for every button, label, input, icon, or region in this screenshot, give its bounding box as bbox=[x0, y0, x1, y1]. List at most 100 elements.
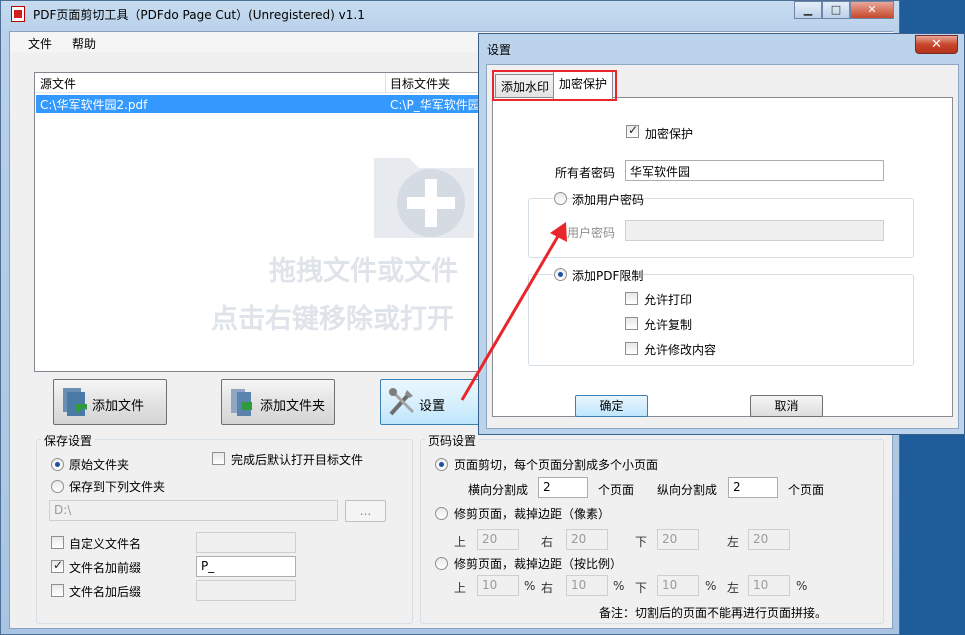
px-top-input[interactable]: 20 bbox=[477, 529, 519, 550]
file-list[interactable]: 源文件 目标文件夹 C:\华军软件园2.pdf C:\P_华军软件园 拖拽文件或… bbox=[34, 72, 484, 372]
browse-button[interactable]: ... bbox=[345, 500, 386, 522]
add-folder-icon bbox=[231, 389, 252, 416]
pct-bottom-input[interactable]: 10 bbox=[657, 575, 699, 596]
custom-name-label: 自定义文件名 bbox=[69, 537, 142, 551]
px-right-input[interactable]: 20 bbox=[566, 529, 608, 550]
folder-add-icon bbox=[374, 158, 474, 238]
trim-ratio-label: 修剪页面，裁掉边距（按比例） bbox=[454, 557, 623, 571]
source-cell: C:\华军软件园2.pdf bbox=[40, 98, 148, 112]
encrypt-checkbox[interactable] bbox=[626, 123, 639, 138]
add-file-icon bbox=[63, 388, 87, 416]
add-folder-label: 添加文件夹 bbox=[260, 399, 326, 414]
h-pages-unit: 个页面 bbox=[598, 483, 635, 497]
ok-button[interactable]: 确定 bbox=[575, 395, 648, 417]
owner-password-label: 所有者密码 bbox=[555, 166, 616, 180]
split-page-radio[interactable] bbox=[435, 458, 448, 471]
px-top-label: 上 bbox=[454, 535, 467, 549]
cancel-button[interactable]: 取消 bbox=[750, 395, 823, 417]
pct-bottom-label: 下 bbox=[635, 581, 648, 595]
save-settings-title: 保存设置 bbox=[41, 432, 96, 449]
save-settings-group: 保存设置 原始文件夹 完成后默认打开目标文件 保存到下列文件夹 D:\ ... … bbox=[36, 432, 413, 624]
pct-top-input[interactable]: 10 bbox=[477, 575, 519, 596]
pct-top-label: 上 bbox=[454, 581, 467, 595]
open-after-checkbox[interactable] bbox=[212, 452, 225, 465]
pct-left-label: 左 bbox=[727, 581, 740, 595]
v-pages-unit: 个页面 bbox=[788, 483, 825, 497]
pct-left-input[interactable]: 10 bbox=[748, 575, 790, 596]
window-title: PDF页面剪切工具（PDFdo Page Cut）(Unregistered) … bbox=[33, 8, 365, 22]
tab-highlight-box bbox=[492, 70, 617, 101]
pdf-restrict-legend: 添加PDF限制 bbox=[553, 267, 643, 283]
px-right-label: 右 bbox=[541, 535, 554, 549]
allow-copy-checkbox[interactable] bbox=[625, 317, 638, 330]
v-split-label: 纵向分割成 bbox=[657, 483, 718, 497]
px-left-label: 左 bbox=[727, 535, 740, 549]
settings-dialog: 设置 ✕ 添加水印 加密保护 加密保护 所有者密码 华军软件园 添加用户密码 用… bbox=[478, 33, 965, 435]
minimize-button[interactable]: ▁ bbox=[794, 1, 822, 19]
custom-name-checkbox[interactable] bbox=[51, 536, 64, 549]
save-to-folder-label: 保存到下列文件夹 bbox=[69, 480, 166, 494]
owner-password-input[interactable]: 华军软件园 bbox=[625, 160, 884, 181]
pct-top-unit: % bbox=[524, 579, 536, 593]
prefix-label: 文件名加前缀 bbox=[69, 561, 142, 575]
column-target[interactable]: 目标文件夹 bbox=[390, 75, 450, 92]
original-folder-radio[interactable] bbox=[51, 458, 64, 471]
column-divider[interactable] bbox=[385, 73, 386, 93]
suffix-input[interactable] bbox=[196, 580, 296, 601]
pdf-app-icon bbox=[11, 6, 25, 22]
trim-ratio-radio[interactable] bbox=[435, 557, 448, 570]
add-user-password-radio[interactable] bbox=[554, 192, 567, 205]
pct-right-input[interactable]: 10 bbox=[566, 575, 608, 596]
h-split-input[interactable]: 2 bbox=[538, 477, 588, 498]
px-bottom-input[interactable]: 20 bbox=[657, 529, 699, 550]
maximize-button[interactable]: □ bbox=[822, 1, 850, 19]
h-split-label: 横向分割成 bbox=[468, 483, 529, 497]
user-password-legend: 添加用户密码 bbox=[553, 191, 644, 207]
px-bottom-label: 下 bbox=[635, 535, 648, 549]
suffix-checkbox[interactable] bbox=[51, 584, 64, 597]
right-click-hint-text: 点击右键移除或打开 bbox=[211, 304, 454, 335]
tools-icon bbox=[389, 388, 415, 416]
folder-path-input[interactable]: D:\ bbox=[49, 500, 338, 521]
menu-file[interactable]: 文件 bbox=[28, 35, 52, 52]
user-password-group: 添加用户密码 用户密码 bbox=[528, 191, 914, 258]
suffix-label: 文件名加后缀 bbox=[69, 585, 142, 599]
settings-button[interactable]: 设置 bbox=[380, 379, 480, 425]
prefix-input[interactable]: P_ bbox=[196, 556, 296, 577]
dialog-close-button[interactable]: ✕ bbox=[915, 35, 958, 54]
pct-left-unit: % bbox=[796, 579, 808, 593]
target-cell: C:\P_华军软件园 bbox=[390, 98, 480, 112]
add-file-button[interactable]: 添加文件 bbox=[53, 379, 167, 425]
trim-pixel-radio[interactable] bbox=[435, 507, 448, 520]
encrypt-label: 加密保护 bbox=[645, 127, 694, 141]
user-password-input[interactable] bbox=[625, 220, 884, 241]
note-text: 备注：切割后的页面不能再进行页面拼接。 bbox=[599, 606, 828, 620]
open-after-label: 完成后默认打开目标文件 bbox=[231, 453, 364, 467]
user-password-label: 用户密码 bbox=[567, 226, 616, 240]
dialog-title: 设置 bbox=[487, 43, 512, 57]
split-page-label: 页面剪切，每个页面分割成多个小页面 bbox=[454, 458, 659, 472]
px-left-input[interactable]: 20 bbox=[748, 529, 790, 550]
pct-right-label: 右 bbox=[541, 581, 554, 595]
allow-modify-checkbox[interactable] bbox=[625, 342, 638, 355]
v-split-input[interactable]: 2 bbox=[728, 477, 778, 498]
page-settings-group: 页码设置 页面剪切，每个页面分割成多个小页面 横向分割成 2 个页面 纵向分割成… bbox=[420, 432, 884, 624]
save-to-folder-radio[interactable] bbox=[51, 480, 64, 493]
add-pdf-restrict-radio[interactable] bbox=[554, 268, 567, 281]
original-folder-label: 原始文件夹 bbox=[69, 458, 130, 472]
allow-print-checkbox[interactable] bbox=[625, 292, 638, 305]
prefix-checkbox[interactable] bbox=[51, 558, 64, 573]
custom-name-input[interactable] bbox=[196, 532, 296, 553]
add-folder-button[interactable]: 添加文件夹 bbox=[221, 379, 335, 425]
drag-hint-text: 拖拽文件或文件 bbox=[269, 256, 458, 287]
column-source[interactable]: 源文件 bbox=[40, 75, 76, 92]
pct-right-unit: % bbox=[613, 579, 625, 593]
dialog-client-area: 添加水印 加密保护 加密保护 所有者密码 华军软件园 添加用户密码 用户密码 添… bbox=[486, 64, 959, 429]
table-row[interactable]: C:\华军软件园2.pdf C:\P_华军软件园 bbox=[36, 95, 483, 113]
add-user-password-label: 添加用户密码 bbox=[572, 193, 645, 207]
settings-label: 设置 bbox=[419, 399, 446, 414]
menu-help[interactable]: 帮助 bbox=[72, 35, 96, 52]
pct-bottom-unit: % bbox=[705, 579, 717, 593]
close-button[interactable]: ✕ bbox=[850, 1, 894, 19]
trim-pixel-label: 修剪页面，裁掉边距（像素） bbox=[454, 507, 611, 521]
